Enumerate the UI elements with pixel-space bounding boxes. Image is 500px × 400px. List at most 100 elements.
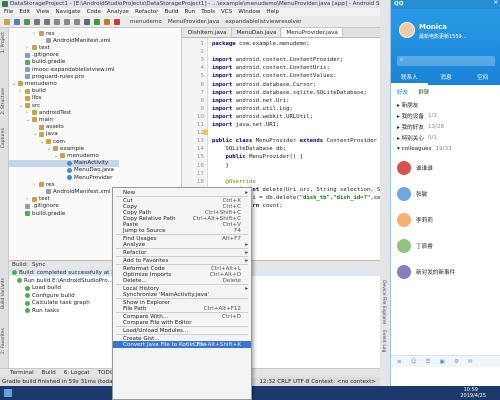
qq-tab-1[interactable]: 消息 [428, 72, 465, 85]
breadcrumb-2[interactable]: expandablelistviewresolver [225, 19, 301, 25]
menu-code[interactable]: Code [87, 9, 101, 15]
tree-item[interactable]: › build [19, 88, 46, 95]
cut-icon[interactable] [54, 19, 60, 25]
bottom-tab-1[interactable]: Build [42, 370, 56, 376]
qq-tab-0[interactable]: 联系人 [391, 72, 428, 85]
qq-footer-icon-2[interactable]: ☰ [426, 359, 431, 365]
left-strip-1[interactable]: 2: Structure [1, 88, 6, 115]
tree-item[interactable]: imooc-expandablelistview.iml [19, 66, 115, 73]
menu-vcs[interactable]: VCS [221, 9, 232, 15]
intention-bulb-icon[interactable] [203, 129, 208, 135]
start-icon[interactable] [4, 389, 12, 397]
tree-item[interactable]: › androidTest [26, 109, 71, 116]
tree-item[interactable]: AndroidManifest.xml [40, 188, 111, 195]
tree-item[interactable]: MainActivity [9, 159, 119, 167]
menu-help[interactable]: Help [266, 9, 279, 15]
tree-item[interactable]: › test [26, 44, 50, 51]
left-strip-0[interactable]: 1: Project [1, 32, 6, 53]
menu-build[interactable]: Build [164, 9, 178, 15]
tree-item[interactable]: › res [33, 30, 55, 37]
build-step[interactable]: Run build E:\AndroidStudioPro... [17, 277, 113, 284]
bottom-tab-0[interactable]: Terminal [10, 370, 34, 376]
right-strip-0[interactable]: Event Log [381, 330, 386, 352]
menu-view[interactable]: View [36, 9, 49, 15]
qq-contact[interactable]: 谁谁谁 [391, 158, 500, 178]
tree-item[interactable]: assets [33, 124, 64, 131]
undo-icon[interactable] [34, 19, 40, 25]
tree-item[interactable]: ⌄ src [19, 102, 40, 109]
sync-icon[interactable] [24, 19, 30, 25]
qq-contact[interactable]: 新对发的新事件 [391, 262, 500, 282]
menu-window[interactable]: Window [238, 9, 260, 15]
left-strip-3[interactable]: Build Variants [1, 278, 6, 309]
tree-item[interactable]: MenuDao.java [61, 167, 114, 174]
close-icon[interactable]: ✕ [493, 0, 498, 6]
copy-icon[interactable] [64, 19, 70, 25]
qq-tab-2[interactable]: 空间 [464, 72, 500, 85]
left-strip-4[interactable]: 2: Favorites [1, 328, 6, 354]
tab-dishitem-java[interactable]: DishItem.java [184, 28, 232, 37]
tree-item[interactable]: ⌄ menudemo [54, 152, 99, 159]
tree-item[interactable]: build.gradle [19, 210, 65, 217]
folder-open-icon[interactable] [4, 19, 10, 25]
tree-item[interactable]: › res [33, 181, 55, 188]
qq-group[interactable]: ▸ 特别关心 0/1 [391, 133, 500, 142]
qq-signature[interactable]: 最新电影更新1559... [419, 33, 467, 40]
menu-refactor[interactable]: Refactor [135, 9, 158, 15]
debug-icon[interactable] [104, 19, 110, 25]
bottom-tab-2[interactable]: 6: Logcat [64, 370, 90, 376]
avatar[interactable] [399, 22, 415, 38]
qq-contact[interactable]: 李莉莉 [391, 210, 500, 230]
tree-item[interactable]: proguard-rules.pro [19, 73, 84, 80]
tree-item[interactable]: AndroidManifest.xml [40, 37, 111, 44]
qq-contact[interactable]: 丁辰睿 [391, 236, 500, 256]
menu-navigate[interactable]: Navigate [56, 9, 81, 15]
qq-footer-icon-5[interactable]: ✉ [468, 359, 473, 365]
tree-item[interactable]: build.gradle [19, 59, 65, 66]
qq-search-input[interactable]: ⌕ [397, 56, 495, 66]
tree-item[interactable]: MenuProvider [61, 174, 112, 181]
breadcrumb-0[interactable]: menudemo [130, 19, 162, 25]
qq-group[interactable]: ▾ colleagues 19/33 [391, 144, 500, 153]
qq-subtab-1[interactable]: 群聊 [418, 88, 429, 96]
tree-item[interactable]: ⌄ example [47, 145, 84, 152]
menu-tools[interactable]: Tools [201, 9, 215, 15]
build-tab-build[interactable]: Build: [12, 262, 28, 268]
menu-edit[interactable]: Edit [19, 9, 30, 15]
qq-group[interactable]: ▸ 我的好友 13/28 [391, 122, 500, 131]
left-strip-2[interactable]: Captures [1, 128, 6, 148]
tree-item[interactable]: ⌄ java [33, 131, 58, 138]
save-icon[interactable] [14, 19, 20, 25]
qq-footer-icon-4[interactable]: ⚙ [454, 359, 459, 365]
build-step[interactable]: Load build [25, 285, 61, 292]
tree-item[interactable]: .gitignore [19, 52, 59, 59]
qq-contact[interactable]: 张敏 [391, 184, 500, 204]
tree-item[interactable]: › test [26, 196, 50, 203]
build-step[interactable]: Run tasks [25, 307, 59, 314]
menu-analyze[interactable]: Analyze [107, 9, 129, 15]
stop-icon[interactable] [114, 19, 120, 25]
tab-menudao-java[interactable]: MenuDao.java [232, 28, 282, 37]
tree-item[interactable]: ⌄ com [40, 138, 65, 145]
redo-icon[interactable] [44, 19, 50, 25]
run-icon[interactable] [94, 19, 100, 25]
qq-footer-icon-0[interactable]: ≡ [397, 359, 402, 365]
right-strip-1[interactable]: Device File Explorer [381, 280, 386, 325]
qq-footer-icon-1[interactable]: ☺ [411, 359, 417, 365]
breadcrumb-1[interactable]: MenuProvider.java [168, 19, 219, 25]
menu-run[interactable]: Run [184, 9, 195, 15]
menu-file[interactable]: File [4, 9, 13, 15]
paste-icon[interactable] [74, 19, 80, 25]
qq-group[interactable]: ▸ 我的设备 1/2 [391, 111, 500, 120]
tree-item[interactable]: ⌄ main [26, 116, 53, 123]
menu-item-convert-java-file-to-kotlin-file[interactable]: Convert Java File to Kotlin File Ctrl+Alt… [113, 341, 251, 349]
qq-group[interactable]: ▸ 新朋友 [391, 100, 500, 109]
qq-subtab-0[interactable]: 好友 [397, 88, 408, 96]
build-step[interactable]: Configure build [25, 292, 75, 299]
tab-menuprovider-java[interactable]: MenuProvider.java [282, 28, 343, 37]
search-icon[interactable] [84, 19, 90, 25]
build-tab-sync[interactable]: Sync [32, 262, 45, 268]
tree-item[interactable]: libs [19, 95, 42, 102]
qq-footer-icon-3[interactable]: ▣ [440, 359, 445, 365]
tree-item[interactable]: ⌄ menudemo [12, 80, 57, 87]
